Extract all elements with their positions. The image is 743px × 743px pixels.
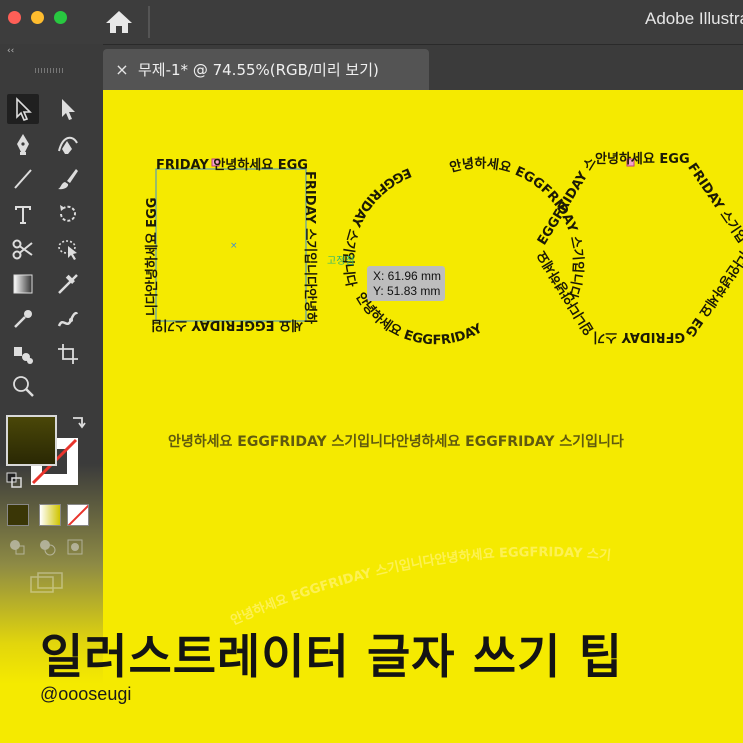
selection-tool[interactable]	[7, 94, 39, 124]
swap-fill-stroke-icon[interactable]	[70, 413, 88, 431]
scissors-tool-icon	[12, 239, 33, 260]
collapse-panel-button[interactable]: ‹‹	[7, 46, 14, 56]
rotate-tool[interactable]	[52, 199, 84, 229]
rotate-tool-icon	[60, 205, 76, 222]
close-tab-icon[interactable]: ×	[113, 60, 131, 79]
headline: 일러스트레이터 글자 쓰기 팁	[40, 630, 623, 685]
document-tab-bar: × 무제-1* @ 74.55%(RGB/미리 보기)	[103, 45, 743, 90]
window-minimize-button[interactable]	[31, 11, 44, 24]
type-tool[interactable]	[7, 199, 39, 229]
draw-normal-icon[interactable]	[8, 538, 26, 556]
gradient-tool-icon	[13, 274, 33, 294]
title-bar: Adobe Illustrator	[0, 0, 743, 45]
puppet-warp-tool[interactable]	[52, 304, 84, 334]
artboard-tool-icon	[58, 344, 78, 364]
shape-builder-tool[interactable]	[52, 234, 84, 264]
author-handle: @oooseugi	[40, 684, 132, 704]
line-text: 안녕하세요 EGGFRIDAY 스기입니다안녕하세요 EGGFRIDAY 스기입…	[168, 434, 624, 450]
type-tool-icon	[15, 206, 31, 224]
curvature-tool-icon	[58, 136, 78, 154]
zoom-tool-icon	[13, 376, 34, 397]
scissors-tool[interactable]	[7, 234, 39, 264]
document-tab-title: 무제-1* @ 74.55%(RGB/미리 보기)	[138, 61, 379, 79]
hexagon-path-text: 안녕하세요 EGGFRIDAY 스기입니다안녕하세요 EGGFRIDAY 스기입…	[103, 90, 743, 344]
tooltip-y: Y: 51.83 mm	[373, 284, 441, 298]
blend-tool-icon	[58, 274, 78, 294]
circle-bottom-path-text: 안녕하세요 EGGFRIDAY 스기입니다	[103, 90, 485, 348]
home-icon[interactable]	[104, 9, 134, 35]
anchor-point-label: 고정점	[327, 256, 355, 267]
draw-behind-icon[interactable]	[38, 538, 56, 556]
line-tool-icon	[14, 169, 32, 189]
title-bar-divider	[148, 6, 150, 38]
line-tool[interactable]	[7, 164, 39, 194]
document-tab[interactable]: × 무제-1* @ 74.55%(RGB/미리 보기)	[103, 49, 429, 90]
color-mode-button[interactable]	[7, 504, 29, 526]
direct-selection-tool-icon	[62, 99, 75, 120]
screen-mode-icon[interactable]	[30, 572, 64, 594]
none-mode-button[interactable]	[67, 504, 89, 526]
direct-selection-tool[interactable]	[52, 94, 84, 124]
paintbrush-tool-icon	[58, 169, 78, 190]
artboard-tool[interactable]	[52, 339, 84, 369]
symbol-sprayer-tool[interactable]	[7, 339, 39, 369]
pen-tool-icon	[17, 134, 29, 155]
window-zoom-button[interactable]	[54, 11, 67, 24]
pen-tool[interactable]	[7, 129, 39, 159]
app-title: Adobe Illustrator	[645, 9, 743, 28]
puppet-warp-tool-icon	[57, 312, 79, 327]
draw-inside-icon[interactable]	[66, 538, 84, 556]
shape-builder-tool-icon	[58, 240, 77, 260]
zoom-tool[interactable]	[7, 371, 39, 401]
gradient-tool[interactable]	[7, 269, 39, 299]
eyedropper-tool[interactable]	[7, 304, 39, 334]
symbol-sprayer-tool-icon	[14, 347, 33, 364]
curvature-tool[interactable]	[52, 129, 84, 159]
default-fill-stroke-icon[interactable]	[6, 472, 22, 488]
position-tooltip: X: 61.96 mm Y: 51.83 mm	[367, 266, 445, 301]
panel-grip[interactable]	[35, 68, 63, 73]
blend-tool[interactable]	[52, 269, 84, 299]
eyedropper-tool-icon	[14, 310, 32, 328]
center-point-icon: ×	[230, 241, 238, 251]
selection-tool-icon	[16, 97, 32, 121]
tooltip-x: X: 61.96 mm	[373, 269, 442, 283]
window-close-button[interactable]	[8, 11, 21, 24]
fill-swatch[interactable]	[6, 415, 57, 466]
gradient-mode-button[interactable]	[39, 504, 61, 526]
paintbrush-tool[interactable]	[52, 164, 84, 194]
